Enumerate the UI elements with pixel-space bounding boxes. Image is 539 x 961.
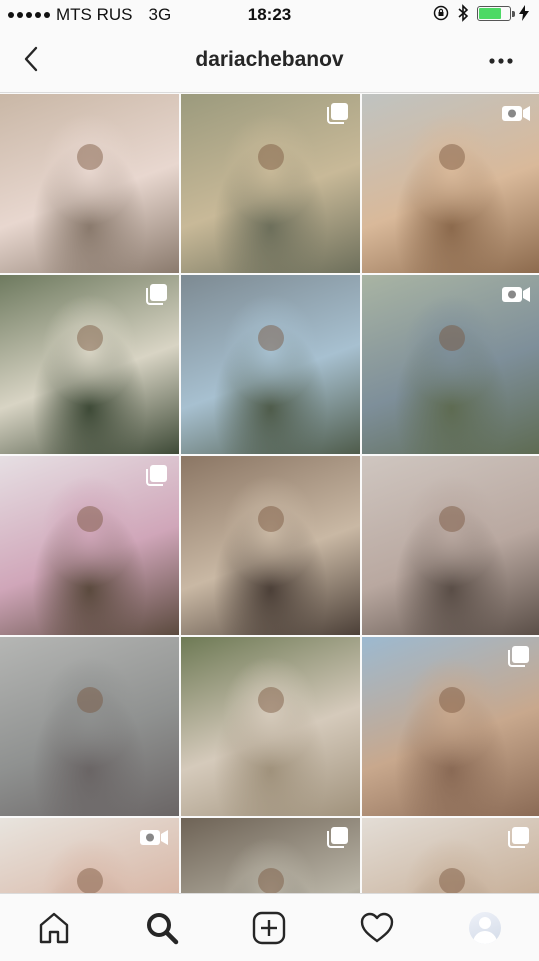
photo-tile[interactable] bbox=[0, 275, 179, 454]
header-divider bbox=[0, 92, 539, 93]
charging-icon bbox=[519, 5, 529, 21]
photo-tile[interactable] bbox=[181, 275, 360, 454]
signal-icon bbox=[8, 12, 50, 18]
photo-subject bbox=[76, 144, 103, 171]
battery-fill bbox=[479, 7, 501, 19]
bluetooth-icon bbox=[458, 4, 469, 22]
photo-tile[interactable] bbox=[0, 456, 179, 635]
photo-subject bbox=[257, 144, 284, 171]
photo-subject bbox=[438, 868, 465, 894]
chevron-left-icon bbox=[24, 46, 38, 72]
multiple-photos-icon bbox=[327, 827, 348, 848]
photo-tile[interactable] bbox=[362, 818, 539, 894]
multiple-photos-icon bbox=[146, 465, 167, 486]
photo-subject bbox=[76, 506, 103, 533]
photo-tile[interactable] bbox=[362, 637, 539, 816]
profile-avatar-icon bbox=[469, 911, 502, 944]
photo-grid bbox=[0, 94, 539, 894]
status-bar: MTS RUS 3G 18:23 bbox=[0, 0, 539, 30]
photo-subject bbox=[438, 144, 465, 171]
photo-tile[interactable] bbox=[0, 637, 179, 816]
photo-tile[interactable] bbox=[0, 94, 179, 273]
photo-subject bbox=[257, 325, 284, 352]
photo-subject bbox=[438, 687, 465, 714]
nav-search-button[interactable] bbox=[132, 903, 192, 953]
carrier-label: MTS RUS bbox=[56, 5, 133, 24]
photo-subject bbox=[257, 687, 284, 714]
status-right bbox=[433, 4, 529, 22]
photo-subject bbox=[76, 325, 103, 352]
photo-tile[interactable] bbox=[181, 637, 360, 816]
photo-tile[interactable] bbox=[0, 818, 179, 894]
search-icon bbox=[146, 912, 178, 944]
multiple-photos-icon bbox=[146, 284, 167, 305]
home-icon bbox=[39, 912, 69, 943]
status-left: MTS RUS 3G bbox=[8, 5, 171, 25]
photo-subject bbox=[76, 687, 103, 714]
photo-tile[interactable] bbox=[181, 456, 360, 635]
video-icon bbox=[502, 106, 530, 121]
page-title: dariachebanov bbox=[195, 48, 344, 71]
photo-tile[interactable] bbox=[181, 94, 360, 273]
orientation-lock-icon bbox=[433, 5, 449, 21]
multiple-photos-icon bbox=[508, 646, 529, 667]
photo-subject bbox=[438, 325, 465, 352]
add-post-icon bbox=[253, 911, 286, 944]
ellipsis-icon bbox=[489, 58, 513, 64]
network-label: 3G bbox=[148, 5, 172, 24]
nav-activity-button[interactable] bbox=[347, 903, 407, 953]
multiple-photos-icon bbox=[327, 103, 348, 124]
video-icon bbox=[502, 287, 530, 302]
photo-subject bbox=[76, 868, 103, 894]
photo-tile[interactable] bbox=[362, 275, 539, 454]
nav-home-button[interactable] bbox=[24, 903, 84, 953]
photo-tile[interactable] bbox=[181, 818, 360, 894]
nav-profile-button[interactable] bbox=[455, 903, 515, 953]
more-options-button[interactable] bbox=[481, 44, 521, 78]
battery-icon bbox=[477, 5, 515, 21]
nav-add-post-button[interactable] bbox=[239, 903, 299, 953]
photo-subject bbox=[438, 506, 465, 533]
heart-icon bbox=[361, 912, 394, 942]
multiple-photos-icon bbox=[508, 827, 529, 848]
photo-subject bbox=[257, 506, 284, 533]
photo-tile[interactable] bbox=[362, 456, 539, 635]
back-button[interactable] bbox=[14, 42, 48, 76]
bottom-nav bbox=[0, 893, 539, 961]
video-icon bbox=[140, 830, 168, 845]
profile-header: dariachebanov bbox=[0, 30, 539, 92]
photo-subject bbox=[257, 868, 284, 894]
photo-tile[interactable] bbox=[362, 94, 539, 273]
